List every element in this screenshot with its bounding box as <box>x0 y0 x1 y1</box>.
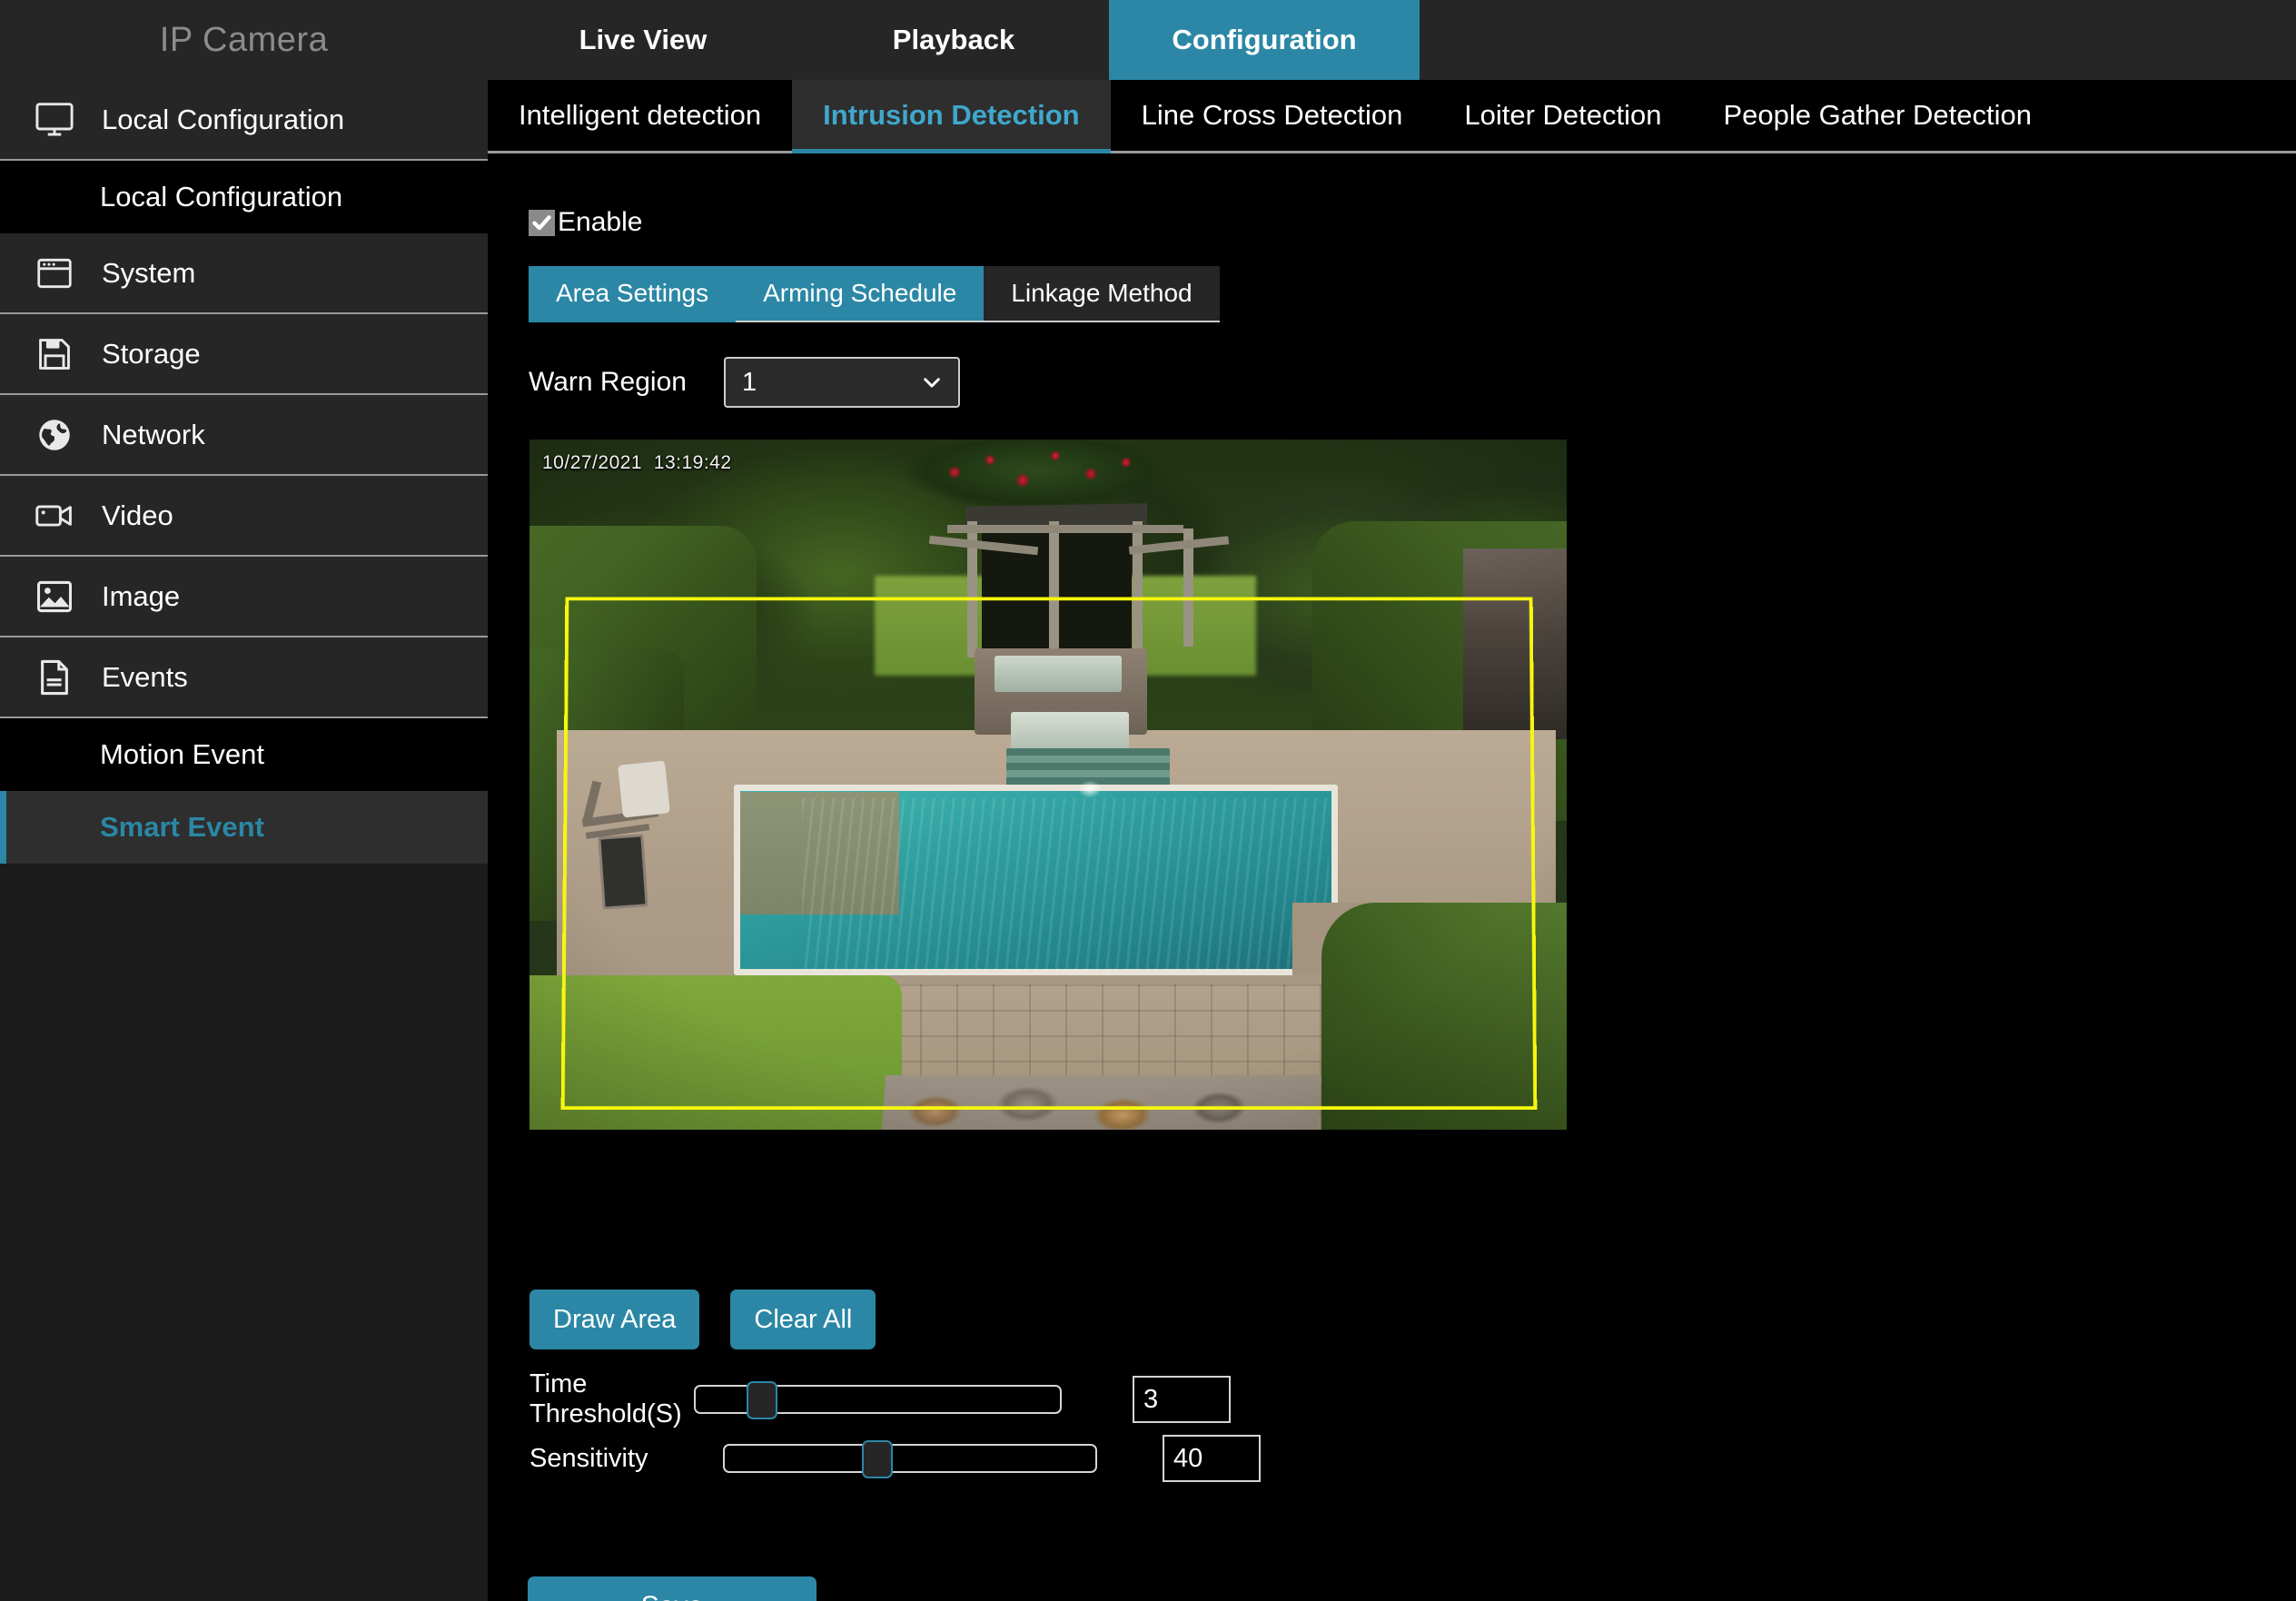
video-camera-icon <box>27 489 82 543</box>
time-threshold-label: Time Threshold(S) <box>529 1369 682 1428</box>
app-brand-title: IP Camera <box>0 0 488 80</box>
warn-region-value: 1 <box>742 367 757 397</box>
tab-intrusion-detection[interactable]: Intrusion Detection <box>792 80 1112 153</box>
draw-area-button[interactable]: Draw Area <box>529 1290 700 1349</box>
sidebar-label: Events <box>102 660 188 693</box>
sidebar-item-local-configuration[interactable]: Local Configuration <box>0 80 488 161</box>
sensitivity-label: Sensitivity <box>529 1443 648 1473</box>
warn-region-row: Warn Region 1 <box>529 357 960 408</box>
sidebar-item-system[interactable]: System <box>0 233 488 314</box>
sidebar-label: Image <box>102 579 181 612</box>
tab-people-gather-detection[interactable]: People Gather Detection <box>1692 80 2063 151</box>
time-threshold-slider-handle[interactable] <box>747 1381 777 1419</box>
tab-linkage-method[interactable]: Linkage Method <box>984 266 1220 322</box>
time-threshold-input[interactable] <box>1133 1376 1231 1423</box>
sidebar-item-events[interactable]: Events <box>0 637 488 718</box>
sidebar-item-storage[interactable]: Storage <box>0 314 488 395</box>
sidebar-label: Storage <box>102 337 201 370</box>
sidebar-subitem-local-configuration[interactable]: Local Configuration <box>0 161 488 233</box>
main-content-panel: Intelligent detection Intrusion Detectio… <box>488 80 2296 1601</box>
sidebar-label: Smart Event <box>100 811 264 843</box>
sidebar-label: Local Configuration <box>102 103 345 135</box>
chevron-down-icon <box>920 371 944 394</box>
sidebar-item-image[interactable]: Image <box>0 557 488 637</box>
document-icon <box>27 650 82 705</box>
enable-label: Enable <box>558 207 643 237</box>
floppy-disk-icon <box>27 327 82 381</box>
time-threshold-row: Time Threshold(S) <box>529 1369 1231 1429</box>
sidebar-label: Motion Event <box>100 738 264 770</box>
sensitivity-row: Sensitivity <box>529 1435 1261 1482</box>
save-button[interactable]: Save <box>528 1576 816 1601</box>
top-nav-configuration[interactable]: Configuration <box>1109 0 1420 80</box>
save-row: Save <box>528 1576 816 1601</box>
enable-checkbox[interactable] <box>529 209 555 236</box>
enable-row: Enable <box>529 207 642 238</box>
warn-region-label: Warn Region <box>529 367 687 397</box>
tab-line-cross-detection[interactable]: Line Cross Detection <box>1110 80 1434 151</box>
top-nav-live-view[interactable]: Live View <box>488 0 798 80</box>
clear-all-button[interactable]: Clear All <box>730 1290 876 1349</box>
sidebar-item-video[interactable]: Video <box>0 476 488 557</box>
tab-loiter-detection[interactable]: Loiter Detection <box>1433 80 1693 151</box>
settings-tabs: Area Settings Arming Schedule Linkage Me… <box>529 266 1220 322</box>
globe-icon <box>27 408 82 462</box>
monitor-icon <box>27 93 82 147</box>
sidebar-label: Local Configuration <box>100 181 343 212</box>
tab-area-settings[interactable]: Area Settings <box>529 266 737 322</box>
area-action-buttons: Draw Area Clear All <box>529 1290 876 1349</box>
sidebar-subitem-smart-event[interactable]: Smart Event <box>0 791 488 864</box>
time-threshold-slider[interactable] <box>694 1381 1062 1419</box>
detection-tabs: Intelligent detection Intrusion Detectio… <box>488 80 2296 153</box>
sensitivity-slider-handle[interactable] <box>862 1440 893 1478</box>
sidebar-item-network[interactable]: Network <box>0 395 488 476</box>
sensitivity-slider[interactable] <box>723 1440 1097 1478</box>
top-header-bar: IP Camera Live View Playback Configurati… <box>0 0 2296 80</box>
sidebar-nav: Local Configuration Local Configuration … <box>0 80 488 1601</box>
sensitivity-input[interactable] <box>1163 1435 1261 1482</box>
sidebar-label: Video <box>102 499 173 531</box>
top-nav: Live View Playback Configuration <box>488 0 2296 80</box>
warn-region-select[interactable]: 1 <box>724 357 960 408</box>
ip-camera-app: IP Camera Live View Playback Configurati… <box>0 0 2296 1601</box>
sidebar-subitem-motion-event[interactable]: Motion Event <box>0 718 488 791</box>
top-nav-playback[interactable]: Playback <box>798 0 1109 80</box>
video-timestamp: 10/27/2021 13:19:42 <box>542 452 732 473</box>
tab-intelligent-detection[interactable]: Intelligent detection <box>488 80 793 151</box>
video-preview[interactable]: 10/27/2021 13:19:42 <box>529 440 1567 1130</box>
picture-icon <box>27 569 82 624</box>
window-icon <box>27 246 82 301</box>
warn-region-overlay[interactable] <box>560 597 1538 1111</box>
tab-arming-schedule[interactable]: Arming Schedule <box>736 266 985 322</box>
sidebar-label: System <box>102 256 196 289</box>
sidebar-label: Network <box>102 418 205 450</box>
